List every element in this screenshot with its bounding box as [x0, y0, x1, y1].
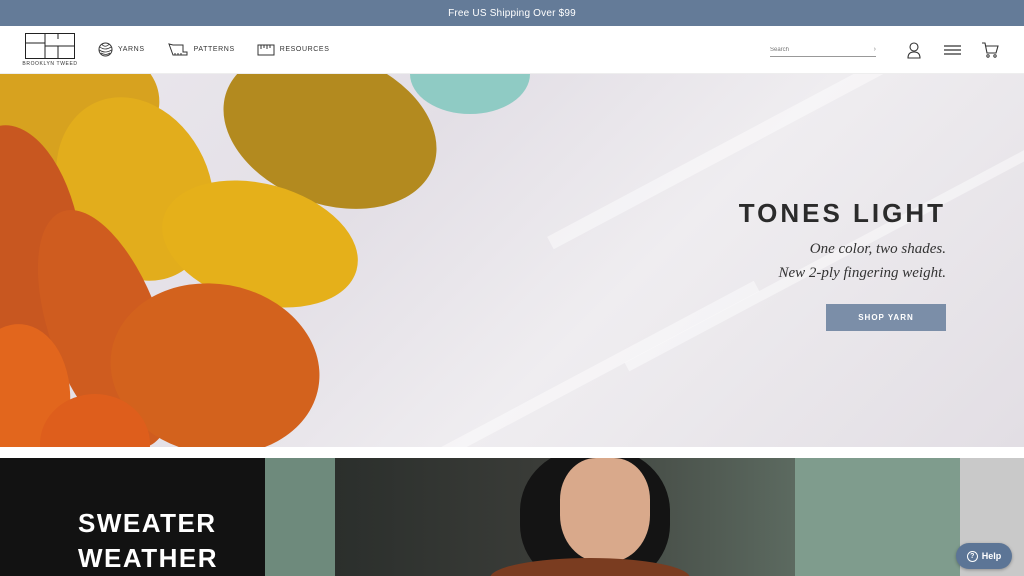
hero-title: TONES LIGHT [738, 198, 946, 228]
cart-button[interactable] [978, 38, 1002, 62]
ruler-icon [257, 44, 275, 55]
nav-item-yarns[interactable]: YARNS [98, 42, 145, 57]
yarn-ball-icon [98, 42, 113, 57]
menu-button[interactable] [940, 38, 964, 62]
promo-bar: Free US Shipping Over $99 [0, 0, 1024, 26]
logo[interactable]: BROOKLYN TWEED [22, 32, 78, 67]
hero-banner: TONES LIGHT One color, two shades. New 2… [0, 74, 1024, 447]
menu-icon [943, 45, 961, 55]
cart-icon [982, 42, 999, 58]
hero-subtitle: One color, two shades. New 2-ply fingeri… [739, 237, 946, 285]
logo-mark-icon [25, 32, 75, 59]
search-input[interactable] [770, 46, 860, 53]
account-button[interactable] [902, 38, 926, 62]
banner-title-line-2: WEATHER [78, 543, 219, 573]
sweater-weather-banner: SWEATER WEATHER [0, 458, 1024, 576]
site-header: BROOKLYN TWEED YARNS PATTERNS RESOURCES … [0, 26, 1024, 74]
logo-text: BROOKLYN TWEED [22, 60, 78, 67]
nav-label-yarns: YARNS [118, 46, 145, 53]
model-face [560, 458, 650, 562]
yarn-skein-teal [410, 74, 530, 114]
main-nav: YARNS PATTERNS RESOURCES [98, 42, 329, 57]
banner-title-line-1: SWEATER [78, 508, 217, 538]
banner-bg-door [265, 458, 335, 576]
account-icon [907, 41, 921, 59]
header-actions: › [770, 26, 1002, 74]
hero-subtitle-line-1: One color, two shades. [809, 241, 946, 257]
help-label: Help [981, 551, 1002, 561]
search-box: › [770, 43, 876, 57]
pattern-icon [167, 43, 188, 56]
nav-item-resources[interactable]: RESOURCES [257, 43, 330, 57]
banner-title: SWEATER WEATHER [78, 506, 218, 576]
nav-label-resources: RESOURCES [279, 46, 330, 53]
help-button[interactable]: ? Help [956, 543, 1012, 569]
shop-yarn-button[interactable]: SHOP YARN [826, 304, 946, 331]
hero-subtitle-line-2: New 2-ply fingering weight. [778, 265, 946, 281]
fabric-fold [400, 280, 760, 447]
nav-label-patterns: PATTERNS [193, 46, 235, 53]
promo-text: Free US Shipping Over $99 [448, 7, 576, 19]
hero-text: TONES LIGHT One color, two shades. New 2… [739, 198, 946, 285]
help-icon: ? [966, 550, 978, 562]
nav-item-patterns[interactable]: PATTERNS [167, 42, 235, 57]
search-submit-icon[interactable]: › [874, 46, 876, 53]
